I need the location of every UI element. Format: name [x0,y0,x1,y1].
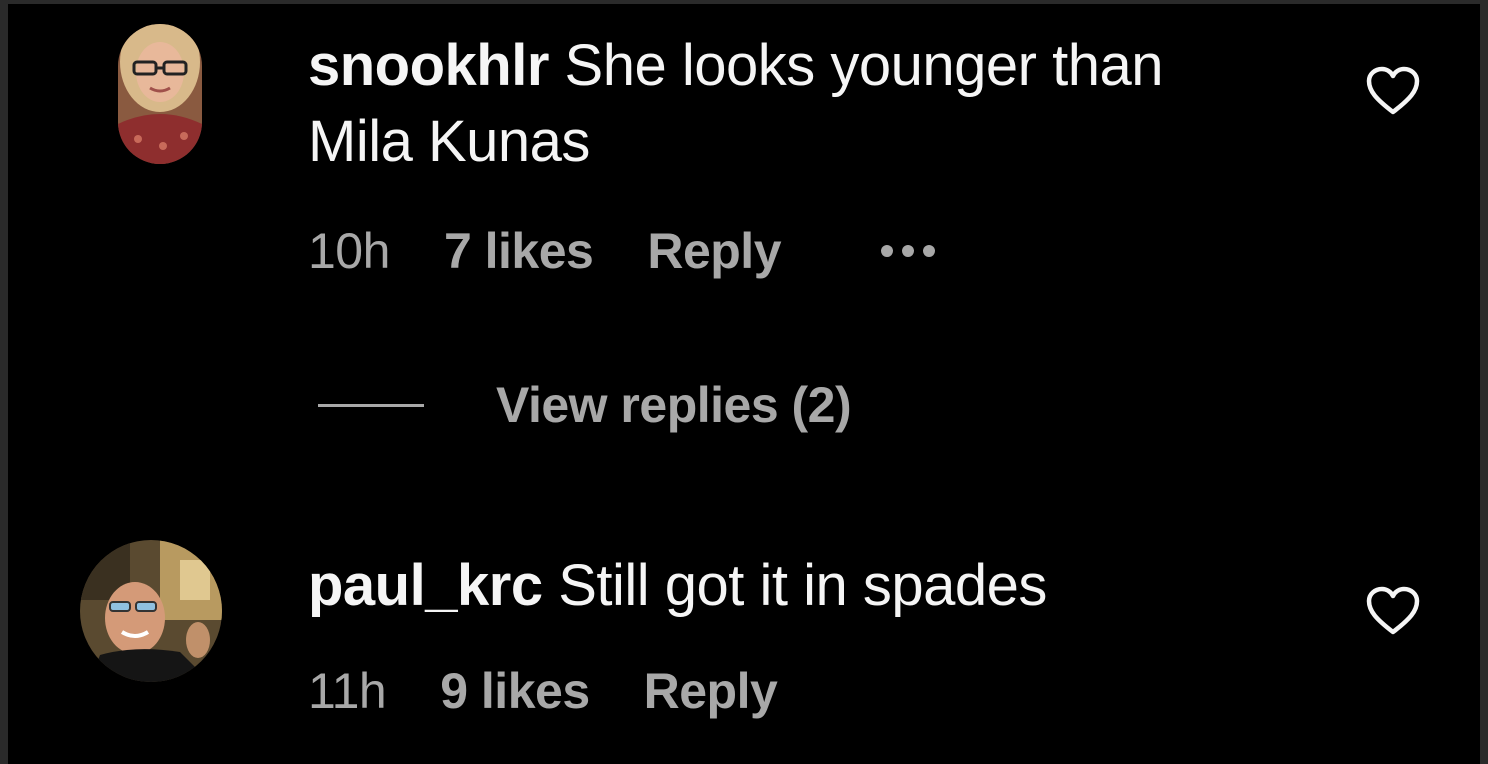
comment-text: She looks younger than [564,33,1164,98]
comment-time: 11h [308,663,387,719]
view-replies-label: View replies (2) [496,377,852,433]
comment-text: Still got it in spades [558,553,1047,618]
view-replies-button[interactable]: View replies (2) [318,376,852,434]
comment-body: snookhlr She looks younger than Mila Kun… [308,28,1308,180]
heart-outline-icon[interactable] [1366,586,1420,636]
avatar[interactable] [80,540,222,682]
more-horizontal-icon[interactable] [881,245,936,257]
comment-username[interactable]: paul_krc [308,553,543,618]
likes-count[interactable]: 9 likes [440,662,590,720]
reply-button[interactable]: Reply [647,222,781,280]
comment-text-continued: Mila Kunas [308,109,590,174]
comment-username[interactable]: snookhlr [308,33,549,98]
avatar[interactable] [118,24,202,164]
reply-button[interactable]: Reply [644,662,778,720]
avatar-woman-glasses-icon [118,24,202,164]
heart-outline-icon[interactable] [1366,66,1420,116]
replies-divider [318,403,424,407]
likes-count[interactable]: 7 likes [444,222,594,280]
comment-meta: 10h 7 likes Reply [308,222,936,280]
comment-meta: 11h 9 likes Reply [308,662,778,720]
comment-time: 10h [308,223,390,279]
avatar-man-glasses-icon [80,540,222,682]
comments-panel: snookhlr She looks younger than Mila Kun… [0,0,1488,764]
comment-body: paul_krc Still got it in spades [308,548,1308,624]
